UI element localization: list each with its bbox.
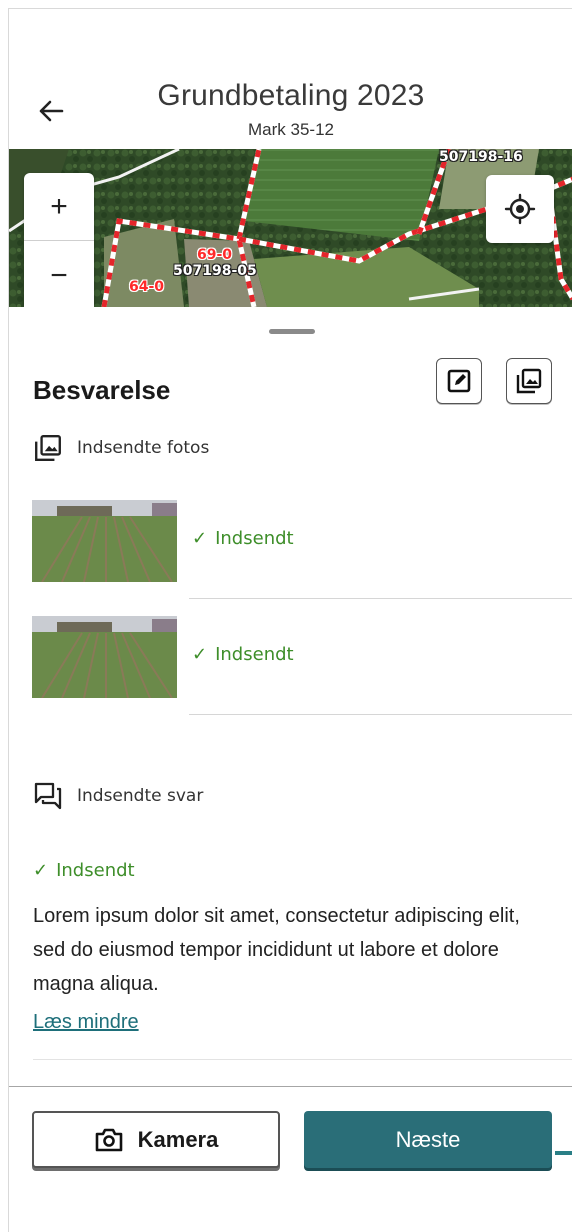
- page-title: Grundbetaling 2023: [157, 79, 425, 112]
- response-sheet: Besvarelse Indsendte fotos ✓ Indsendt ✓ …: [9, 307, 572, 1087]
- next-button-label: Næste: [395, 1126, 461, 1152]
- locate-button[interactable]: [486, 175, 554, 243]
- section-divider: [33, 1059, 572, 1060]
- answer-text: Lorem ipsum dolor sit amet, consectetur …: [33, 905, 520, 995]
- check-icon: ✓: [192, 644, 208, 665]
- gallery-icon: [35, 435, 61, 461]
- photo-list-item[interactable]: ✓ Indsendt: [32, 616, 572, 698]
- map-field-label: 69-0: [197, 247, 233, 263]
- zoom-in-button[interactable]: +: [24, 173, 94, 241]
- gallery-button[interactable]: [506, 358, 552, 404]
- header: Grundbetaling 2023 Mark 35-12: [9, 9, 572, 149]
- photo-thumbnail[interactable]: [32, 616, 177, 698]
- map-view[interactable]: 507198-16 69-0 507198-05 64-0 + −: [9, 149, 572, 307]
- answers-section-label: Indsendte svar: [77, 786, 204, 806]
- photos-section-header: Indsendte fotos: [33, 433, 209, 463]
- photo-thumbnail[interactable]: [32, 500, 177, 582]
- section-title: Besvarelse: [33, 375, 171, 405]
- photo-status: ✓ Indsendt: [192, 528, 294, 549]
- camera-icon: [95, 1128, 122, 1151]
- photos-section-label: Indsendte fotos: [77, 438, 210, 458]
- sheet-drag-handle[interactable]: [269, 329, 315, 334]
- camera-button-label: Kamera: [137, 1126, 219, 1152]
- edit-button[interactable]: [436, 358, 482, 404]
- footer-actions: Kamera Næste: [9, 1086, 572, 1232]
- answer-status-label: Indsendt: [56, 860, 135, 881]
- photo-list-item[interactable]: ✓ Indsendt: [32, 500, 572, 582]
- page-subtitle: Mark 35-12: [248, 120, 334, 139]
- map-parcel-label: 507198-16: [439, 149, 523, 165]
- gallery-icon: [516, 368, 542, 394]
- camera-button[interactable]: Kamera: [32, 1111, 280, 1168]
- check-icon: ✓: [192, 528, 208, 549]
- list-divider: [189, 714, 572, 715]
- check-icon: ✓: [33, 860, 49, 881]
- photo-status: ✓ Indsendt: [192, 644, 294, 665]
- locate-target-icon: [504, 193, 536, 225]
- read-less-link[interactable]: Læs mindre: [33, 1011, 139, 1034]
- edit-icon: [447, 369, 471, 393]
- map-field-label: 64-0: [129, 279, 165, 295]
- zoom-out-button[interactable]: −: [24, 242, 94, 307]
- list-divider: [189, 598, 572, 599]
- next-button[interactable]: Næste: [304, 1111, 552, 1168]
- answers-section-header: Indsendte svar: [33, 781, 203, 811]
- app-screen: Grundbetaling 2023 Mark 35-12 507198-16 …: [8, 8, 572, 1232]
- map-parcel-label: 507198-05: [173, 263, 257, 279]
- answer-status: ✓ Indsendt: [33, 860, 135, 881]
- zoom-controls: + −: [24, 173, 94, 307]
- chat-icon: [34, 782, 62, 810]
- photo-status-label: Indsendt: [215, 528, 294, 549]
- photo-status-label: Indsendt: [215, 644, 294, 665]
- accent-line: [555, 1151, 572, 1155]
